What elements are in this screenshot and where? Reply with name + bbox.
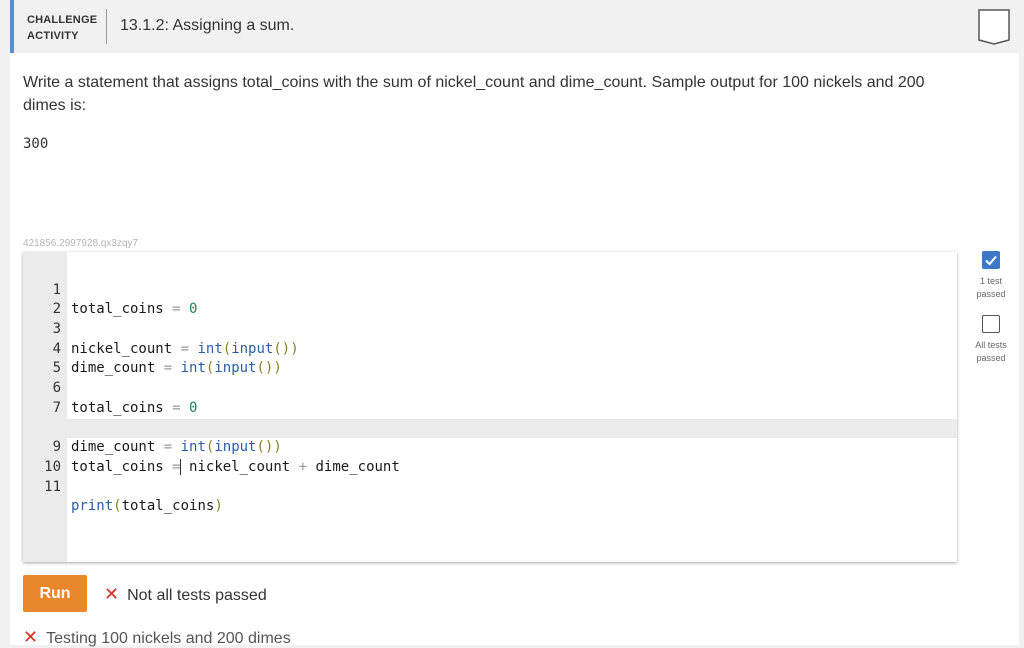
challenge-card: CHALLENGE ACTIVITY 13.1.2: Assigning a s…	[10, 0, 1019, 647]
code-line[interactable]: 5	[23, 340, 957, 376]
x-icon: ✕	[104, 584, 120, 604]
activity-header: CHALLENGE ACTIVITY 13.1.2: Assigning a s…	[10, 0, 1019, 53]
all-tests-label: All tests passed	[975, 340, 1007, 363]
code-line[interactable]: 8 dime_count = int(input())	[23, 399, 957, 456]
test1-label: 1 test passed	[976, 276, 1006, 299]
code-line[interactable]: 1 total_coins = 0	[23, 261, 957, 318]
code-line[interactable]: 3 nickel_count = int(input())	[23, 300, 957, 357]
code-line-active[interactable]: 9 total_coins = nickel_count + dime_coun…	[23, 418, 957, 475]
line-number: 11	[44, 478, 61, 495]
result-message: ✕ Not all tests passed	[104, 584, 267, 604]
all-tests-checkbox	[982, 315, 1000, 333]
completion-badge-icon	[978, 9, 1010, 45]
run-button[interactable]: Run	[23, 575, 87, 612]
code-lines: 1 total_coins = 0 2 3 nickel_count = int…	[23, 261, 957, 515]
x-icon: ✕	[23, 627, 39, 647]
code-line[interactable]: 2	[23, 281, 957, 317]
activity-title: 13.1.2: Assigning a sum.	[120, 17, 295, 34]
code-editor[interactable]: 1 total_coins = 0 2 3 nickel_count = int…	[23, 252, 957, 562]
sample-output: 300	[23, 136, 49, 152]
activity-seed: 421856.2997928.qx3zqy7	[23, 238, 139, 249]
activity-type-label: CHALLENGE ACTIVITY	[27, 14, 98, 42]
code-line[interactable]: 11 print(total_coins)	[23, 458, 957, 515]
test-status-panel: 1 test passed All tests passed	[971, 251, 1011, 365]
check-icon	[985, 255, 997, 266]
code-line[interactable]: 10	[23, 438, 957, 475]
code-line[interactable]: 7 nickel_count = int(input())	[23, 379, 957, 436]
code-line[interactable]: 4 dime_count = int(input())	[23, 320, 957, 377]
code-line[interactable]: 6 total_coins = 0	[23, 359, 957, 416]
test1-checkbox	[982, 251, 1000, 269]
instructions-text: Write a statement that assigns total_coi…	[23, 74, 925, 114]
header-divider	[106, 9, 107, 44]
